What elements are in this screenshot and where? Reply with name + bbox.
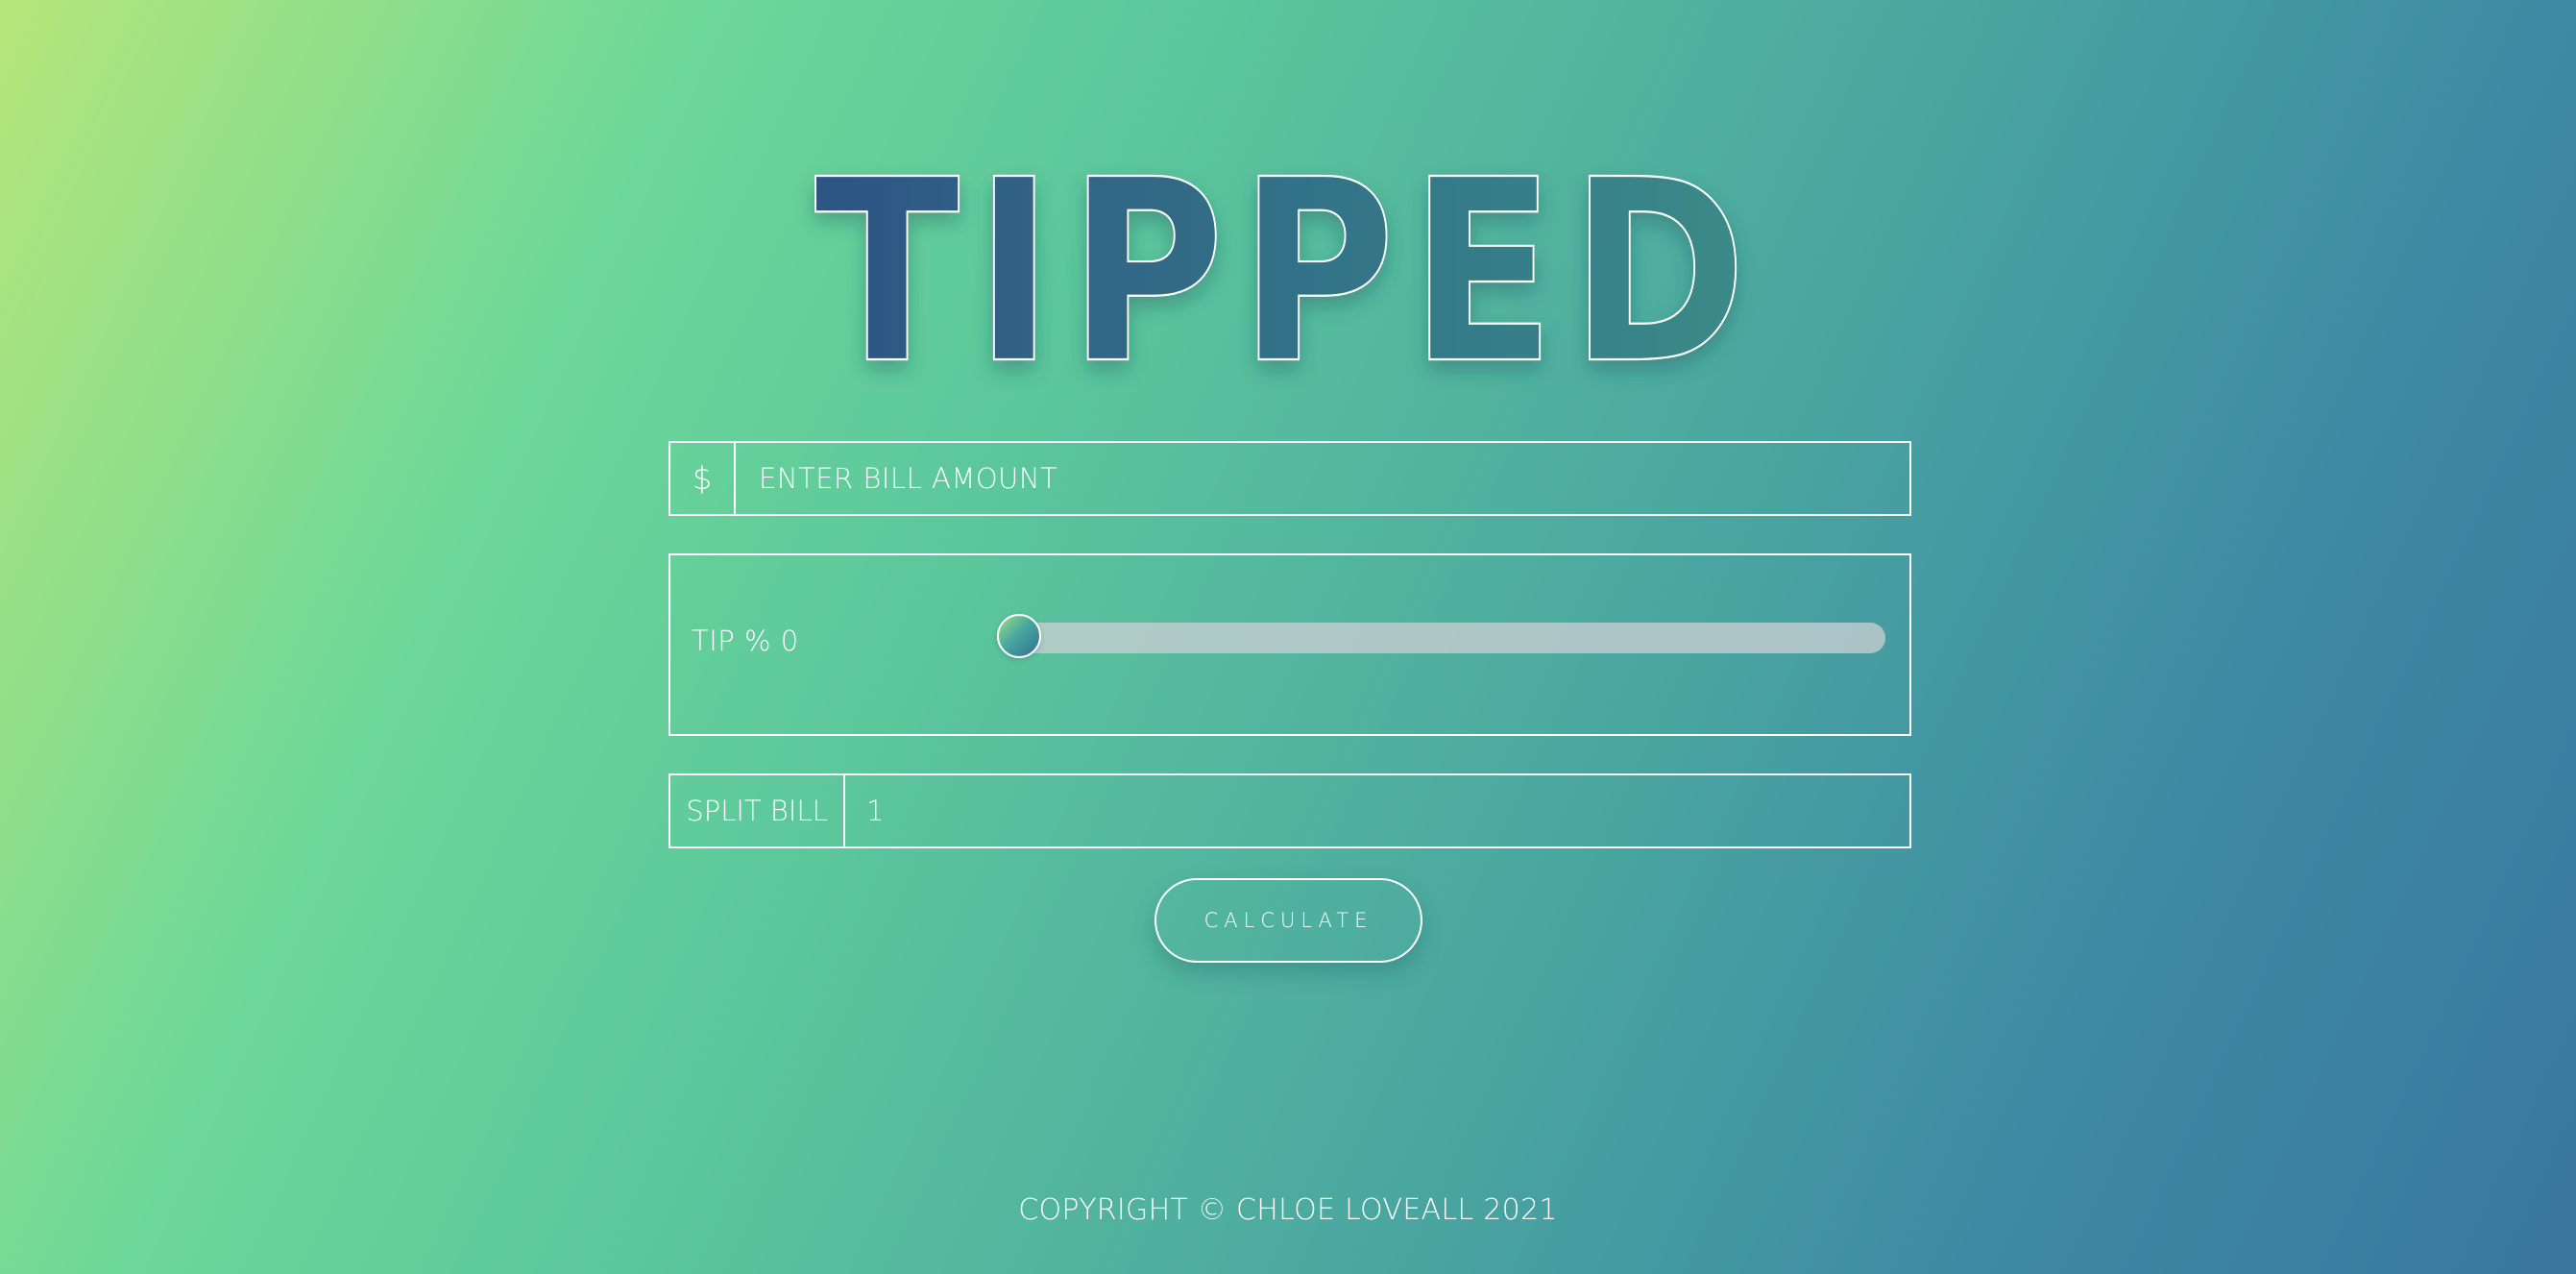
tip-percent-value: 0	[780, 625, 799, 657]
tip-slider-track[interactable]	[997, 623, 1885, 653]
calculate-button[interactable]: CALCULATE	[1154, 878, 1422, 963]
tip-slider-thumb[interactable]	[997, 614, 1041, 658]
tip-percent-panel: TIP % 0	[668, 553, 1911, 736]
currency-symbol: $	[670, 443, 736, 514]
footer-copyright: COPYRIGHT © CHLOE LOVEALL 2021	[1018, 1193, 1558, 1227]
bill-amount-input[interactable]	[736, 443, 1909, 514]
tip-percent-label: TIP % 0	[692, 625, 799, 657]
app-logo: TIPPED	[0, 142, 2576, 392]
bill-amount-row: $	[668, 441, 1911, 516]
logo-wordmark: TIPPED	[814, 142, 1762, 392]
split-bill-label: SPLIT BILL	[670, 775, 845, 846]
split-bill-input[interactable]	[845, 775, 1909, 846]
split-bill-row: SPLIT BILL	[668, 773, 1911, 848]
tip-label-text: TIP %	[692, 625, 772, 657]
